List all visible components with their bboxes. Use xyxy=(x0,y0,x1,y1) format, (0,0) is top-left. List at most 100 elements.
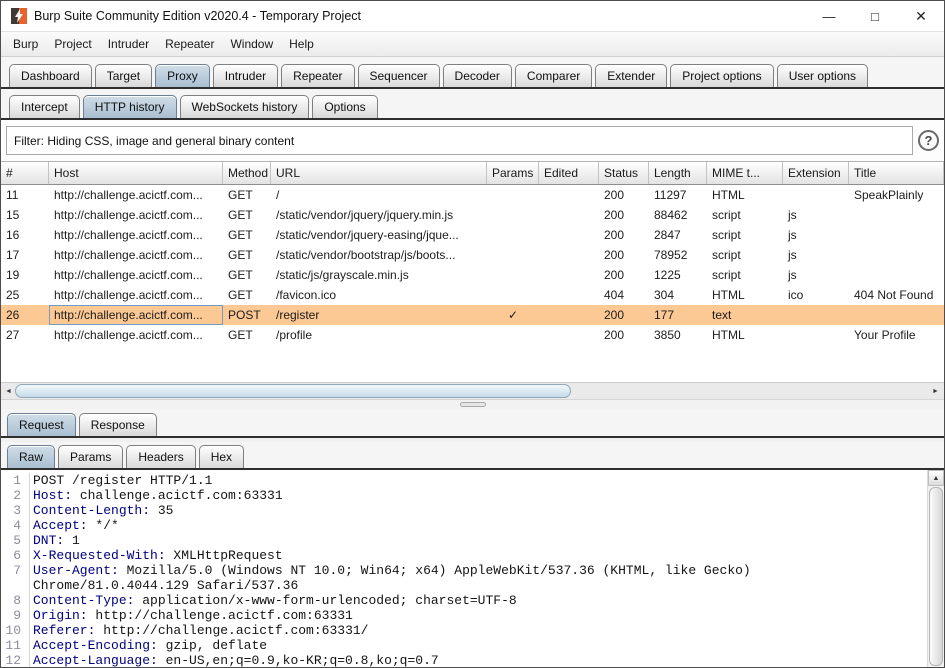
view-tab-headers[interactable]: Headers xyxy=(126,445,195,468)
help-icon[interactable]: ? xyxy=(918,130,939,151)
proxy-tab-options[interactable]: Options xyxy=(312,95,377,118)
menu-item-repeater[interactable]: Repeater xyxy=(157,33,222,55)
header-name: Referer: xyxy=(33,623,95,638)
tab-proxy[interactable]: Proxy xyxy=(155,64,210,87)
column-header-length[interactable]: Length xyxy=(649,162,707,184)
cell-method: GET xyxy=(223,285,271,305)
cell-method: GET xyxy=(223,245,271,265)
tab-sequencer[interactable]: Sequencer xyxy=(358,64,440,87)
editor-tab-request[interactable]: Request xyxy=(7,413,76,436)
table-row[interactable]: 15http://challenge.acictf.com...GET/stat… xyxy=(1,205,944,225)
cell-title xyxy=(849,305,944,325)
column-header-params[interactable]: Params xyxy=(487,162,539,184)
column-header-url[interactable]: URL xyxy=(271,162,487,184)
column-header-status[interactable]: Status xyxy=(599,162,649,184)
table-row[interactable]: 16http://challenge.acictf.com...GET/stat… xyxy=(1,225,944,245)
cell-mime: text xyxy=(707,305,783,325)
tab-target[interactable]: Target xyxy=(95,64,152,87)
cell-num: 11 xyxy=(1,185,49,205)
tab-extender[interactable]: Extender xyxy=(595,64,667,87)
proxy-tab-intercept[interactable]: Intercept xyxy=(9,95,80,118)
column-header-host[interactable]: Host xyxy=(49,162,223,184)
cell-host: http://challenge.acictf.com... xyxy=(49,245,223,265)
horizontal-scrollbar[interactable]: ◄ ► xyxy=(1,382,944,399)
vertical-scrollbar-thumb[interactable] xyxy=(929,487,943,666)
view-tab-raw[interactable]: Raw xyxy=(7,445,55,468)
request-lines: 1POST /register HTTP/1.12Host: challenge… xyxy=(1,473,927,667)
cell-num: 25 xyxy=(1,285,49,305)
scroll-left-icon[interactable]: ◄ xyxy=(1,384,16,399)
cell-length: 2847 xyxy=(649,225,707,245)
line-number: 5 xyxy=(1,533,25,548)
column-header-mime-t-[interactable]: MIME t... xyxy=(707,162,783,184)
cell-params xyxy=(487,285,539,305)
table-row[interactable]: 25http://challenge.acictf.com...GET/favi… xyxy=(1,285,944,305)
line-content: POST /register HTTP/1.1 xyxy=(25,473,927,488)
cell-length: 3850 xyxy=(649,325,707,345)
window-controls: — □ ✕ xyxy=(806,2,944,31)
tab-intruder[interactable]: Intruder xyxy=(213,64,278,87)
cell-host: http://challenge.acictf.com... xyxy=(49,205,223,225)
menu-item-intruder[interactable]: Intruder xyxy=(100,33,157,55)
cell-status: 200 xyxy=(599,325,649,345)
line-content: Origin: http://challenge.acictf.com:6333… xyxy=(25,608,927,623)
table-row[interactable]: 11http://challenge.acictf.com...GET/2001… xyxy=(1,185,944,205)
column-header-title[interactable]: Title xyxy=(849,162,944,184)
tab-repeater[interactable]: Repeater xyxy=(281,64,354,87)
view-tab-hex[interactable]: Hex xyxy=(199,445,244,468)
cell-method: GET xyxy=(223,325,271,345)
filter-bar[interactable]: Filter: Hiding CSS, image and general bi… xyxy=(6,126,913,155)
table-row[interactable]: 17http://challenge.acictf.com...GET/stat… xyxy=(1,245,944,265)
tab-project-options[interactable]: Project options xyxy=(670,64,773,87)
header-name: Accept-Encoding: xyxy=(33,638,158,653)
proxy-tab-http-history[interactable]: HTTP history xyxy=(83,95,177,118)
request-line: 9Origin: http://challenge.acictf.com:633… xyxy=(1,608,927,623)
cell-edited xyxy=(539,225,599,245)
cell-method: GET xyxy=(223,205,271,225)
cell-title: Your Profile xyxy=(849,325,944,345)
cell-title xyxy=(849,245,944,265)
view-tab-params[interactable]: Params xyxy=(58,445,123,468)
line-content: Content-Length: 35 xyxy=(25,503,927,518)
editor-tab-response[interactable]: Response xyxy=(79,413,157,436)
line-number: 1 xyxy=(1,473,25,488)
tab-decoder[interactable]: Decoder xyxy=(443,64,512,87)
tab-user-options[interactable]: User options xyxy=(777,64,868,87)
cell-length: 177 xyxy=(649,305,707,325)
header-name: Accept-Language: xyxy=(33,653,158,667)
scroll-right-icon[interactable]: ► xyxy=(928,384,943,399)
editor-tabs: RequestResponse xyxy=(1,409,944,438)
menu-item-help[interactable]: Help xyxy=(281,33,322,55)
request-line: 1POST /register HTTP/1.1 xyxy=(1,473,927,488)
request-viewer[interactable]: 1POST /register HTTP/1.12Host: challenge… xyxy=(1,470,944,667)
menu-item-burp[interactable]: Burp xyxy=(5,33,46,55)
column-header-method[interactable]: Method xyxy=(223,162,271,184)
proxy-tab-websockets-history[interactable]: WebSockets history xyxy=(180,95,310,118)
column-header--[interactable]: # xyxy=(1,162,49,184)
tab-comparer[interactable]: Comparer xyxy=(515,64,592,87)
line-number: 8 xyxy=(1,593,25,608)
message-editor-panel: RequestResponse RawParamsHeadersHex 1POS… xyxy=(1,409,944,667)
tab-dashboard[interactable]: Dashboard xyxy=(9,64,92,87)
header-value: application/x-www-form-urlencoded; chars… xyxy=(134,593,516,608)
minimize-button[interactable]: — xyxy=(806,2,852,31)
table-row[interactable]: 26http://challenge.acictf.com...POST/reg… xyxy=(1,305,944,325)
maximize-button[interactable]: □ xyxy=(852,2,898,31)
menu-item-project[interactable]: Project xyxy=(46,33,99,55)
menu-item-window[interactable]: Window xyxy=(222,33,281,55)
cell-edited xyxy=(539,285,599,305)
table-row[interactable]: 27http://challenge.acictf.com...GET/prof… xyxy=(1,325,944,345)
vertical-scrollbar[interactable]: ▲ xyxy=(927,470,944,667)
column-header-extension[interactable]: Extension xyxy=(783,162,849,184)
scroll-up-icon[interactable]: ▲ xyxy=(928,470,944,486)
cell-title xyxy=(849,205,944,225)
horizontal-scrollbar-thumb[interactable] xyxy=(15,384,571,398)
burp-suite-window: Burp Suite Community Edition v2020.4 - T… xyxy=(0,0,945,668)
cell-extension xyxy=(783,185,849,205)
column-header-edited[interactable]: Edited xyxy=(539,162,599,184)
close-button[interactable]: ✕ xyxy=(898,2,944,31)
cell-url: /static/vendor/jquery-easing/jque... xyxy=(271,225,487,245)
pane-splitter[interactable] xyxy=(1,399,944,409)
table-row[interactable]: 19http://challenge.acictf.com...GET/stat… xyxy=(1,265,944,285)
splitter-grip-icon[interactable] xyxy=(460,402,486,407)
